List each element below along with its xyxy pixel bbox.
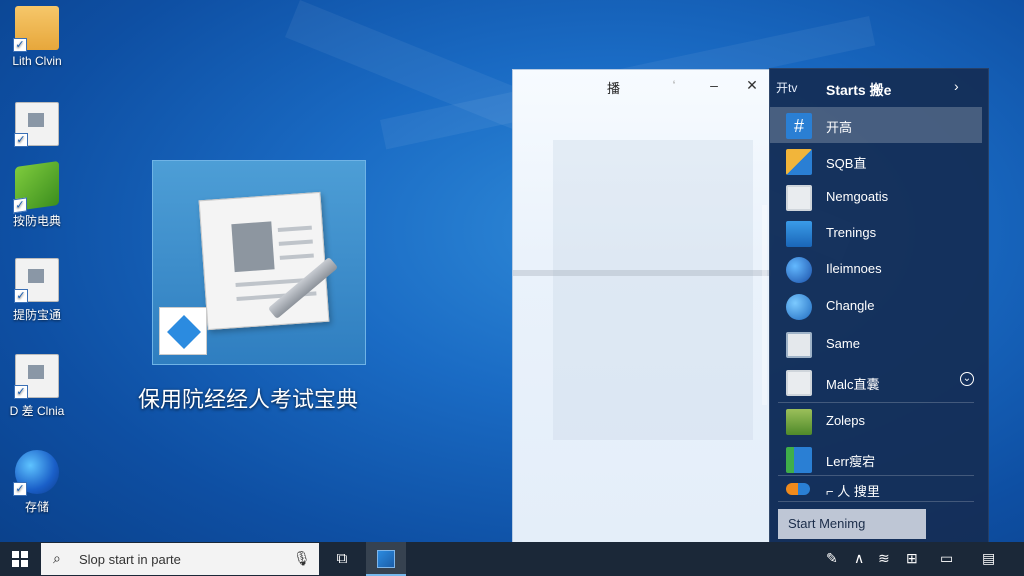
document-icon [198, 191, 330, 331]
taskbar: ⌕ Slop start in parte 🎙 ⧉ ✎ ∧ ≋ ⊞ ▭ ▤ [0, 542, 1024, 576]
portrait-icon [786, 370, 812, 396]
chevron-up-icon[interactable]: ∧ [854, 550, 864, 567]
start-menu-item[interactable]: # 开高 [770, 107, 982, 143]
chevron-right-icon[interactable]: › [954, 78, 959, 94]
window-divider [513, 270, 771, 276]
folder-icon: ✓ [13, 6, 59, 52]
text-line [278, 239, 313, 246]
document-icon: ✓ [14, 102, 59, 147]
portrait-icon [786, 185, 812, 211]
display-icon[interactable]: ⊞ [906, 550, 918, 567]
desktop-icon-label: 按防电典 [12, 214, 61, 228]
start-menu-item-label: ⌐ 人 搜里 [826, 484, 880, 499]
close-button[interactable]: ✕ [741, 74, 763, 96]
exam-app-tile[interactable] [152, 160, 366, 365]
portrait-icon [231, 221, 275, 273]
notification-icon[interactable]: ▤ [982, 550, 995, 567]
start-menu-item[interactable]: Lerr瘦宕 [770, 441, 982, 477]
start-menu-item[interactable]: Ileimnoes [770, 251, 982, 287]
window-divider-icon: ‘ [672, 77, 676, 93]
checkbox-icon: ✓ [14, 289, 28, 303]
start-menu-item-label: Changle [826, 298, 875, 313]
start-menu-header[interactable]: 开tv Starts 搬e › [770, 69, 990, 107]
text-line [277, 225, 312, 232]
app-window[interactable]: 播 ‘ – ✕ [512, 69, 771, 544]
start-menu-item[interactable]: SQB直 [770, 143, 982, 179]
text-line [279, 253, 314, 260]
globe-icon [786, 294, 812, 320]
checkbox-icon: ✓ [13, 482, 27, 496]
start-menu-item[interactable]: Nemgoatis [770, 179, 982, 215]
start-menu-item-label: Lerr瘦宕 [826, 454, 876, 469]
document-icon: ✓ [14, 258, 59, 303]
folder-icon [786, 221, 812, 247]
start-menu-item-label: SQB直 [826, 156, 867, 171]
start-menu-item[interactable]: Zoleps [770, 403, 982, 439]
task-view-icon[interactable]: ⧉ [322, 542, 362, 576]
scrollbar[interactable] [762, 205, 767, 405]
toggle-icon [786, 483, 810, 495]
start-menu-item[interactable]: ⌐ 人 搜里 [770, 475, 982, 501]
globe-icon [786, 257, 812, 283]
windows-folder-icon [786, 149, 812, 175]
start-menu-item-label: Zoleps [826, 413, 866, 428]
pen-icon[interactable]: ✎ [826, 550, 838, 567]
start-menu-item-label: 开高 [826, 120, 853, 135]
exam-app-label: 保用阬经经人考试宝典 [138, 387, 359, 412]
document-icon [786, 332, 812, 358]
start-menu-item-label: Same [826, 336, 860, 351]
desktop-icon-document[interactable]: ✓ [2, 102, 72, 150]
checkbox-icon: ✓ [14, 385, 28, 399]
divider [778, 501, 974, 502]
desktop-icon-lith-clvin[interactable]: ✓ Lith Clvin [2, 6, 72, 68]
start-menu-tag: 开tv [776, 81, 798, 95]
desktop-icon-label: D 差 Clnia [9, 404, 65, 418]
start-menu-item-label: Malc直囊 [826, 377, 880, 392]
desktop-icon-globe[interactable]: ✓ 存储 [2, 450, 72, 515]
network-icon[interactable]: ≋ [878, 550, 890, 567]
keyboard-icon[interactable]: ▭ [940, 550, 953, 567]
checkbox-icon: ✓ [13, 197, 27, 214]
start-menu-item-label: Trenings [826, 225, 877, 240]
start-button[interactable] [0, 542, 40, 576]
start-menu-item[interactable]: Malc直囊 ⌄ [770, 364, 982, 400]
start-menu-item-label: Nemgoatis [826, 189, 889, 204]
start-menu-button[interactable]: Start Menimg [778, 509, 926, 539]
search-input[interactable]: Slop start in parte [79, 552, 181, 567]
globe-icon: ✓ [13, 450, 59, 496]
checkbox-icon: ✓ [13, 38, 27, 52]
desktop-icon-label: 提防宝通 [12, 308, 61, 322]
microphone-icon[interactable]: 🎙 [293, 550, 311, 567]
app-badge-icon [159, 307, 207, 355]
chevron-down-icon[interactable]: ⌄ [960, 372, 974, 386]
desktop-icon-label: Lith Clvin [12, 54, 62, 68]
desktop-icon-green-app[interactable]: ✓ 按防电典 [2, 160, 72, 229]
exam-app-icon [377, 550, 395, 568]
desktop-icon-document-2[interactable]: ✓ 提防宝通 [2, 258, 72, 323]
start-menu-item[interactable]: Same [770, 326, 982, 362]
desktop-icon-document-3[interactable]: ✓ D 差 Clnia [2, 354, 72, 419]
folder-icon [786, 409, 812, 435]
start-menu-item-label: Ileimnoes [826, 261, 882, 276]
window-title: 播 [607, 81, 621, 96]
start-menu-title: Starts 搬e [826, 82, 892, 98]
start-menu-item[interactable]: Changle [770, 288, 982, 324]
start-menu-item[interactable]: Trenings [770, 215, 982, 251]
window-titlebar[interactable]: 播 ‘ – ✕ [513, 70, 769, 102]
green-app-icon: ✓ [13, 160, 59, 214]
search-icon: ⌕ [53, 550, 61, 566]
minimize-button[interactable]: – [703, 74, 725, 96]
checkbox-icon: ✓ [14, 133, 28, 147]
windows-logo-icon [12, 551, 28, 567]
hash-icon: # [786, 113, 812, 139]
document-icon: ✓ [14, 354, 59, 399]
desktop-icon-label: 存储 [24, 500, 49, 514]
start-menu-panel[interactable]: 开tv Starts 搬e › # 开高 SQB直 Nemgoatis Tren… [762, 68, 990, 544]
chart-icon [786, 447, 812, 473]
taskbar-app-exam[interactable] [366, 542, 406, 576]
window-content-preview [553, 140, 753, 440]
taskbar-search-box[interactable]: ⌕ Slop start in parte 🎙 [41, 543, 319, 575]
